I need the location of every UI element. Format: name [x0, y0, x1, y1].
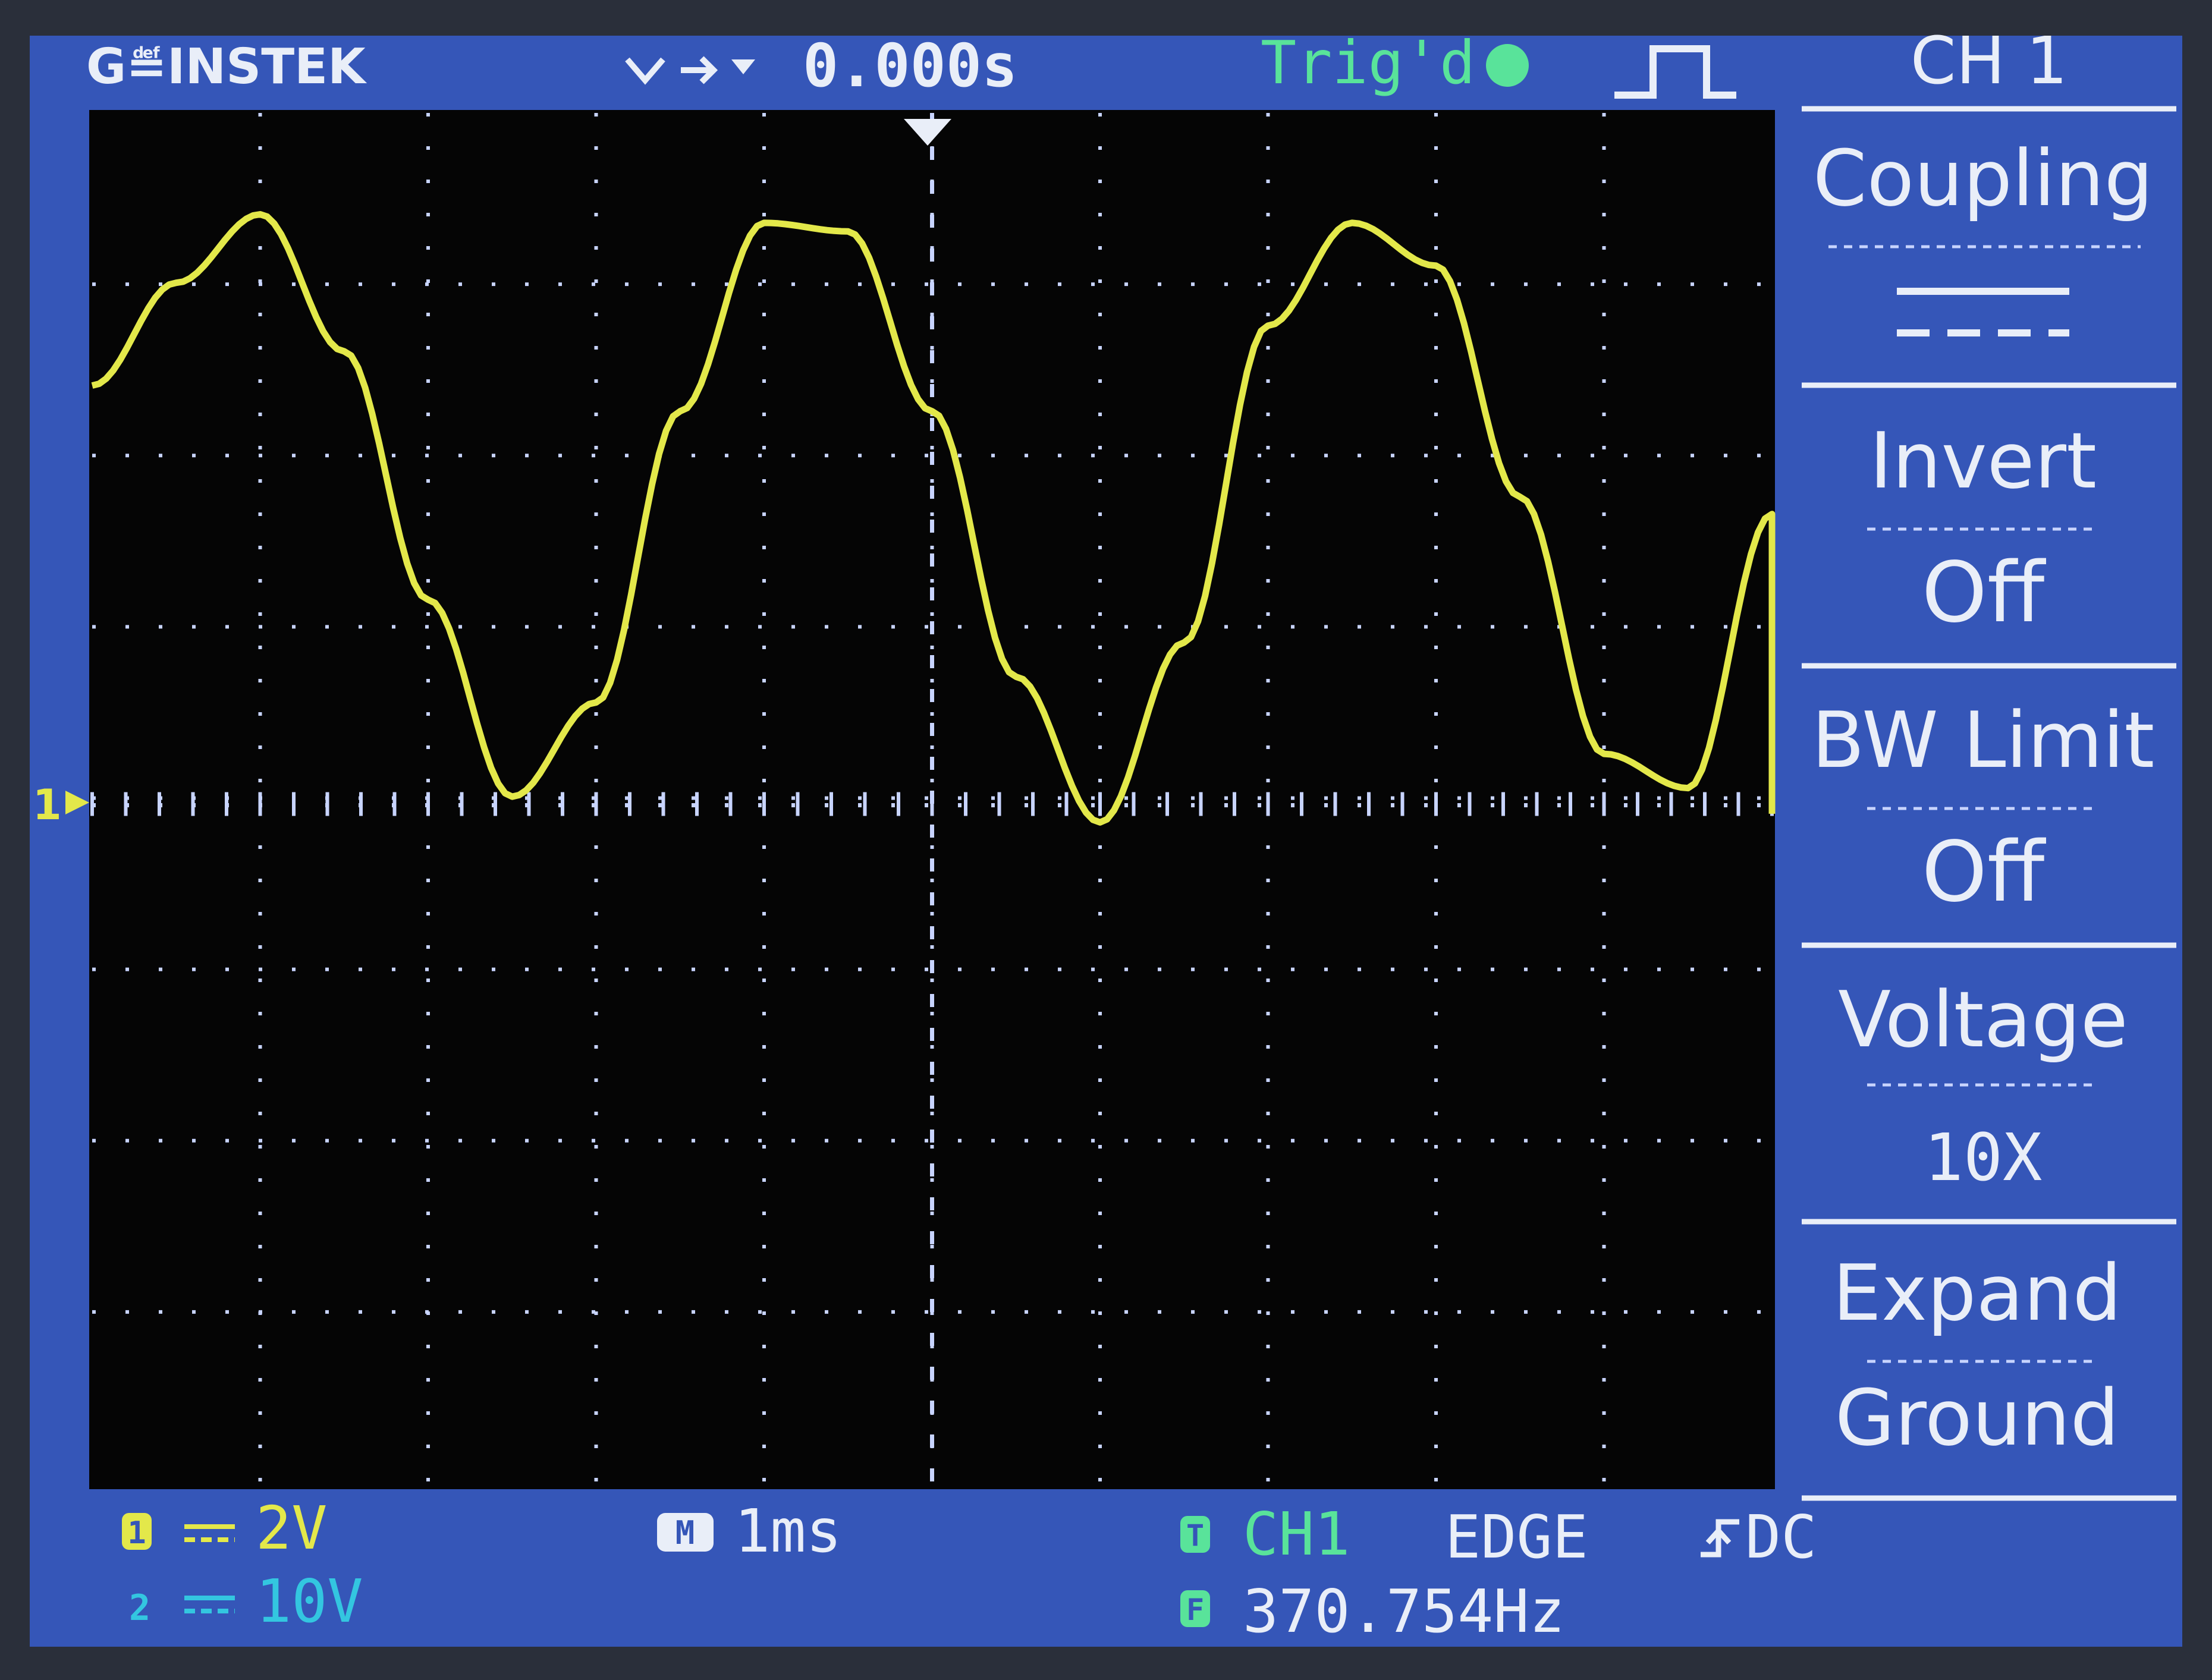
- menu-label-voltage: Voltage: [1838, 974, 2128, 1065]
- channel-title[interactable]: CH 1: [1911, 23, 2068, 99]
- trigger-status: Trig'd: [1261, 28, 1475, 97]
- menu-value-bw-limit: Off: [1922, 824, 2047, 921]
- trigger-led-icon: [1486, 44, 1529, 87]
- trigger-badge-label: T: [1186, 1518, 1204, 1553]
- brand-logo: G≝INSTEK: [86, 39, 367, 95]
- frequency-readout: 370.754Hz: [1243, 1577, 1565, 1646]
- menu-label-coupling: Coupling: [1813, 133, 2153, 224]
- ch1-ground-label: 1: [33, 781, 62, 829]
- ch1-scale-readout[interactable]: 2V: [256, 1493, 327, 1563]
- ch2-scale-readout[interactable]: 10V: [256, 1566, 363, 1636]
- menu-value-expand: Ground: [1835, 1373, 2119, 1463]
- menu-label-expand: Expand: [1833, 1248, 2122, 1338]
- menu-value-voltage: 10X: [1924, 1119, 2043, 1195]
- trigger-source-readout[interactable]: CH1: [1243, 1499, 1350, 1569]
- graticule-area: [89, 110, 1776, 1489]
- timebase-readout[interactable]: 1ms: [734, 1496, 842, 1566]
- menu-value-invert: Off: [1922, 545, 2047, 641]
- menu-label-invert: Invert: [1869, 416, 2097, 506]
- trigger-coupling-readout[interactable]: DC: [1745, 1502, 1817, 1572]
- oscilloscope-screen: G≝INSTEK 0.000s Trig'd CH 1 Coupling Inv…: [0, 0, 2212, 1680]
- trigger-position-readout: 0.000s: [803, 31, 1017, 100]
- menu-label-bw-limit: BW Limit: [1812, 695, 2155, 785]
- ch2-badge-label: 2: [129, 1587, 150, 1629]
- timebase-badge-label: M: [675, 1514, 695, 1552]
- frequency-badge-label: F: [1186, 1593, 1204, 1627]
- ch1-badge-label: 1: [127, 1515, 146, 1551]
- trigger-type-readout[interactable]: EDGE: [1445, 1502, 1588, 1572]
